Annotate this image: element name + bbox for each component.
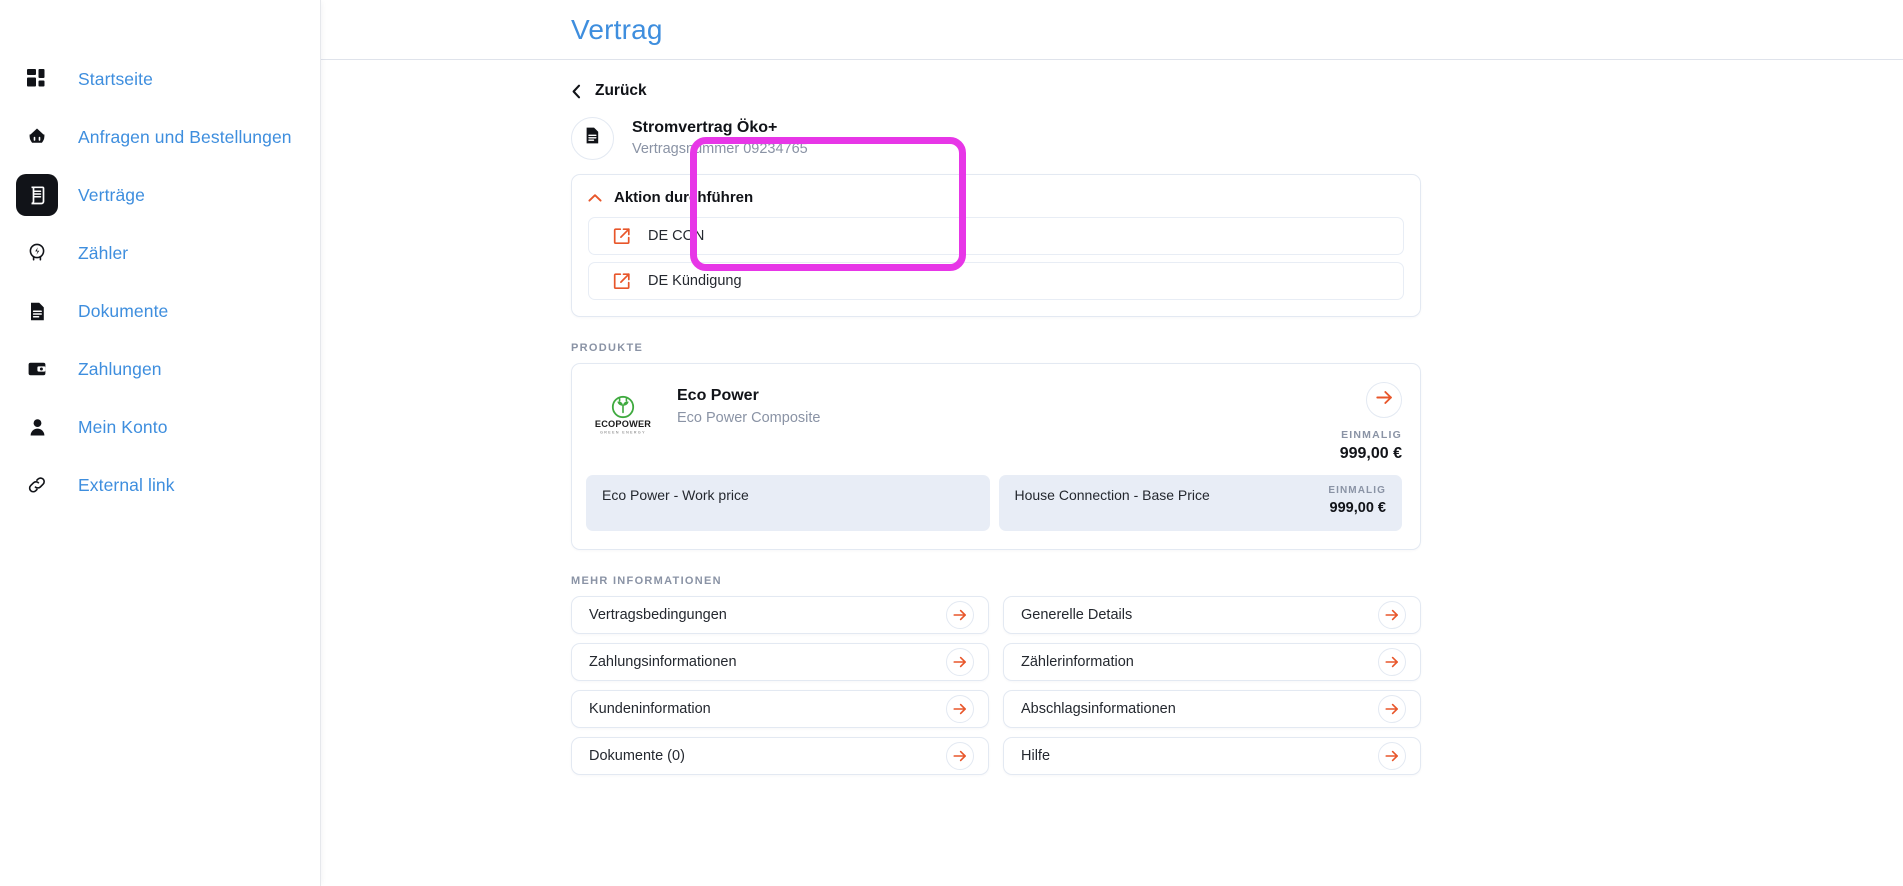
product-line-item: House Connection - Base Price EINMALIG 9… (998, 475, 1402, 532)
product-price-label: EINMALIG (1341, 429, 1402, 442)
product-subtitle: Eco Power Composite (677, 410, 821, 427)
product-logo-text: ECOPOWER (594, 419, 650, 429)
link-icon (16, 464, 58, 506)
product-card: ECOPOWER GREEN ENERGY Eco Power Eco Powe… (571, 363, 1421, 551)
sidebar-item-label: Dokumente (78, 300, 169, 321)
avatar (571, 116, 614, 160)
action-panel-header[interactable]: Aktion durchführen (588, 189, 1404, 206)
chevron-up-icon (588, 193, 602, 203)
info-card-label: Generelle Details (1021, 607, 1133, 624)
product-line-item-name: House Connection - Base Price (1014, 487, 1210, 504)
info-card-abschlagsinformationen[interactable]: Abschlagsinformationen (1003, 690, 1421, 729)
info-card-kundeninformation[interactable]: Kundeninformation (571, 690, 989, 729)
action-item-de-kuendigung[interactable]: DE Kündigung (588, 262, 1404, 301)
arrow-right-icon (1378, 601, 1406, 630)
more-info-grid: Vertragsbedingungen Generelle Details Za… (571, 596, 1421, 776)
action-item-label: DE Kündigung (648, 273, 742, 290)
product-price-value: 999,00 € (1339, 445, 1402, 463)
contract-number: Vertragsnummer 09234765 (632, 141, 808, 158)
app-root: Startseite Anfragen und Bestellungen Ver… (0, 0, 1903, 886)
arrow-right-icon (1378, 648, 1406, 677)
sidebar-item-dokumente[interactable]: Dokumente (0, 282, 320, 340)
page-title: Vertrag (571, 13, 663, 45)
action-item-de-con[interactable]: DE CON (588, 217, 1404, 256)
sidebar-item-label: Anfragen und Bestellungen (78, 126, 292, 147)
action-panel-title: Aktion durchführen (614, 189, 754, 207)
wallet-icon (16, 348, 58, 390)
page-header: Vertrag (321, 0, 1903, 60)
back-link[interactable]: Zurück (571, 82, 647, 100)
info-card-label: Dokumente (0) (589, 748, 685, 765)
sidebar-item-label: Zähler (78, 242, 129, 263)
external-link-icon (613, 227, 631, 245)
product-line-item: Eco Power - Work price (586, 475, 990, 532)
arrow-right-icon (946, 742, 974, 771)
info-card-label: Zahlungsinformationen (589, 654, 737, 671)
info-card-label: Zählerinformation (1021, 654, 1134, 671)
info-card-vertragsbedingungen[interactable]: Vertragsbedingungen (571, 596, 989, 635)
contract-name: Stromvertrag Öko+ (632, 119, 778, 136)
product-detail-button[interactable] (1366, 382, 1402, 419)
info-card-hilfe[interactable]: Hilfe (1003, 737, 1421, 776)
sidebar-item-vertraege[interactable]: Verträge (0, 166, 320, 224)
arrow-right-icon (1378, 695, 1406, 724)
product-line-item-name: Eco Power - Work price (602, 487, 749, 504)
sidebar-item-label: Mein Konto (78, 416, 168, 437)
main-region: Vertrag Zurück Stromvertrag Öko+ Vertrag… (321, 0, 1903, 886)
sidebar-item-zahlungen[interactable]: Zahlungen (0, 340, 320, 398)
info-card-generelle-details[interactable]: Generelle Details (1003, 596, 1421, 635)
sidebar-item-startseite[interactable]: Startseite (0, 50, 320, 108)
person-icon (16, 406, 58, 448)
sidebar-item-mein-konto[interactable]: Mein Konto (0, 398, 320, 456)
svg-text:GREEN ENERGY: GREEN ENERGY (600, 430, 646, 434)
document-icon (583, 126, 602, 150)
meter-icon (16, 232, 58, 274)
product-name: Eco Power (677, 387, 759, 405)
info-card-label: Kundeninformation (589, 701, 711, 718)
arrow-right-icon (1375, 390, 1393, 410)
sidebar-item-external-link[interactable]: External link (0, 456, 320, 514)
arrow-right-icon (946, 695, 974, 724)
sidebar-item-label: Verträge (78, 184, 145, 205)
arrow-right-icon (946, 601, 974, 630)
external-link-icon (613, 272, 631, 290)
products-section-label: PRODUKTE (571, 342, 644, 355)
back-link-label: Zurück (595, 82, 647, 99)
info-card-label: Abschlagsinformationen (1021, 701, 1176, 718)
sidebar: Startseite Anfragen und Bestellungen Ver… (0, 0, 321, 886)
basket-icon (16, 116, 58, 158)
product-line-item-value: 999,00 € (1329, 500, 1386, 517)
contract-header: Stromvertrag Öko+ Vertragsnummer 0923476… (571, 116, 1421, 160)
arrow-right-icon (946, 648, 974, 677)
info-card-zahlungsinformationen[interactable]: Zahlungsinformationen (571, 643, 989, 682)
info-card-zaehlerinformation[interactable]: Zählerinformation (1003, 643, 1421, 682)
action-item-label: DE CON (648, 228, 705, 245)
product-line-item-tag: EINMALIG (1328, 485, 1386, 497)
document-icon (16, 290, 58, 332)
grid-icon (16, 58, 58, 100)
info-card-label: Hilfe (1021, 748, 1051, 765)
info-card-dokumente[interactable]: Dokumente (0) (571, 737, 989, 776)
sidebar-item-label: Startseite (78, 68, 153, 89)
more-info-section-label: MEHR INFORMATIONEN (571, 575, 722, 588)
sidebar-item-label: External link (78, 474, 175, 495)
product-logo: ECOPOWER GREEN ENERGY (586, 378, 659, 452)
chevron-left-icon (571, 84, 582, 99)
action-panel: Aktion durchführen DE CON DE Kündigung (571, 174, 1421, 318)
contract-icon (16, 174, 58, 216)
sidebar-item-label: Zahlungen (78, 358, 162, 379)
page-content: Zurück Stromvertrag Öko+ Vertragsnummer … (321, 60, 1903, 886)
info-card-label: Vertragsbedingungen (589, 607, 727, 624)
arrow-right-icon (1378, 742, 1406, 771)
sidebar-item-zaehler[interactable]: Zähler (0, 224, 320, 282)
sidebar-item-anfragen-und-bestellungen[interactable]: Anfragen und Bestellungen (0, 108, 320, 166)
